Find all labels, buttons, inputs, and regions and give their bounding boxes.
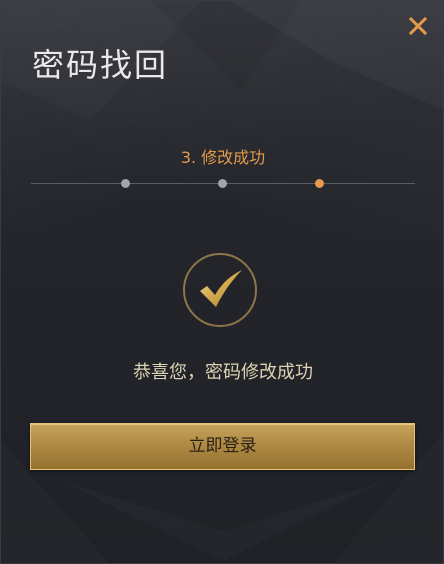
check-icon (200, 270, 242, 307)
password-recovery-dialog: 密码找回 3. 修改成功 恭喜您，密码修改成功 立即登录 (0, 0, 444, 564)
login-now-button[interactable]: 立即登录 (30, 423, 415, 470)
close-button[interactable] (407, 15, 429, 37)
step-progress (31, 179, 415, 188)
success-message: 恭喜您，密码修改成功 (133, 362, 313, 383)
close-icon (408, 16, 428, 36)
step-dot-2 (218, 179, 227, 188)
step-dot-3 (315, 179, 324, 188)
current-step-label: 3. 修改成功 (180, 148, 266, 167)
step-dot-1 (121, 179, 130, 188)
success-badge (183, 253, 257, 327)
dialog-title: 密码找回 (32, 46, 169, 84)
